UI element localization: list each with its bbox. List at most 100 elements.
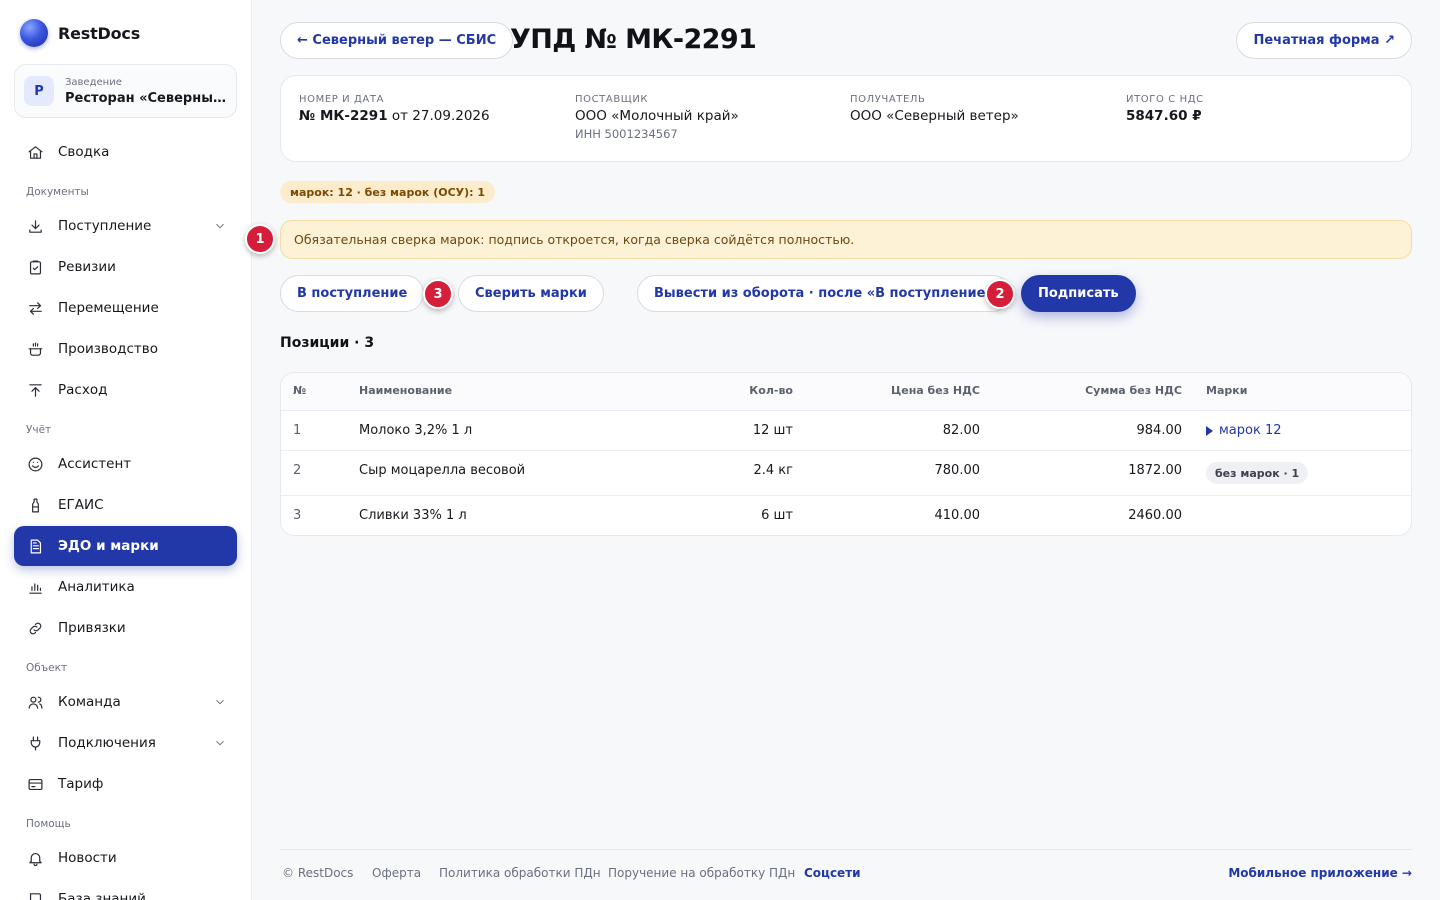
column-header: Марки: [1206, 384, 1248, 397]
sidebar-item-connections[interactable]: Подключения: [14, 723, 237, 763]
sidebar-item-tariff[interactable]: Тариф: [14, 764, 237, 804]
row-sum: 984.00: [1136, 423, 1183, 438]
sidebar-item-expense[interactable]: Расход: [14, 370, 237, 410]
print-form-button[interactable]: Печатная форма ↗: [1236, 22, 1412, 59]
document-number: № МК-2291: [299, 108, 388, 124]
bell-icon: [26, 849, 44, 867]
download-icon: [26, 217, 44, 235]
row-price: 780.00: [934, 463, 981, 478]
column-header: Кол-во: [749, 384, 793, 397]
triangle-right-icon: [1206, 425, 1213, 436]
arrows-swap-icon: [26, 299, 44, 317]
users-icon: [26, 693, 44, 711]
sidebar-item-news[interactable]: Новости: [14, 838, 237, 878]
table-row: 2 Сыр моцарелла весовой 2.4 кг 780.00 18…: [281, 451, 1411, 496]
supplier-inn: ИНН 5001234567: [575, 127, 678, 141]
sidebar-item-label: Аналитика: [58, 579, 135, 595]
to-receipt-button[interactable]: В поступление: [280, 275, 425, 312]
nav-section-accounting: Учёт: [26, 424, 52, 436]
row-name: Молоко 3,2% 1 л: [359, 423, 473, 438]
marks-expand-link[interactable]: марок 12: [1206, 423, 1282, 438]
footer-link-processing[interactable]: Поручение на обработку ПДн: [608, 866, 795, 880]
smile-icon: [26, 455, 44, 473]
sidebar-item-team[interactable]: Команда: [14, 682, 237, 722]
sidebar-item-label: ЕГАИС: [58, 497, 104, 513]
back-button[interactable]: ← Северный ветер — СБИС: [280, 22, 514, 59]
venue-switcher[interactable]: Р Заведение Ресторан «Северный ...: [14, 64, 237, 118]
row-price: 410.00: [934, 508, 981, 523]
supplier-name: ООО «Молочный край»: [575, 108, 739, 124]
book-icon: [26, 890, 44, 900]
row-number: 3: [293, 508, 302, 523]
sidebar-item-transfer[interactable]: Перемещение: [14, 288, 237, 328]
venue-label: Заведение: [65, 76, 122, 88]
sidebar-item-label: Расход: [58, 382, 108, 398]
summary-total: Итого с НДС 5847.60 ₽: [1126, 94, 1204, 124]
sidebar-item-bindings[interactable]: Привязки: [14, 608, 237, 648]
chevron-down-icon: [213, 736, 227, 750]
sidebar-item-label: Производство: [58, 341, 158, 357]
row-price: 82.00: [942, 423, 980, 438]
row-name: Сливки 33% 1 л: [359, 508, 467, 523]
table-row: 3 Сливки 33% 1 л 6 шт 410.00 2460.00: [281, 496, 1411, 535]
sidebar-item-label: Ревизии: [58, 259, 116, 275]
summary-supplier-label: Поставщик: [575, 94, 649, 105]
sidebar-item-inventory[interactable]: Ревизии: [14, 247, 237, 287]
footer-link-social[interactable]: Соцсети: [804, 866, 861, 880]
nav-section-help: Помощь: [26, 818, 71, 830]
sidebar-item-edo[interactable]: ЭДО и марки: [14, 526, 237, 566]
sidebar-item-label: Подключения: [58, 735, 156, 751]
nav-section-object: Объект: [26, 662, 68, 674]
footer-link-offer[interactable]: Оферта: [372, 866, 421, 880]
recipient-name: ООО «Северный ветер»: [850, 108, 1019, 124]
row-qty: 6 шт: [761, 508, 793, 523]
positions-title: Позиции · 3: [280, 335, 375, 351]
sidebar-item-label: Новости: [58, 850, 117, 866]
row-qty: 2.4 кг: [753, 463, 794, 478]
sidebar-item-production[interactable]: Производство: [14, 329, 237, 369]
withdraw-button[interactable]: Вывести из оборота · после «В поступлени…: [637, 275, 1011, 312]
marks-count-badge: марок: 12 · без марок (ОСУ): 1: [280, 181, 496, 203]
page-title: УПД № МК-2291: [510, 24, 757, 55]
footer-link-mobile-app[interactable]: Мобильное приложение →: [1228, 866, 1412, 880]
sidebar-item-label: ЭДО и марки: [58, 538, 159, 554]
sidebar-item-receipt[interactable]: Поступление: [14, 206, 237, 246]
footer-link-privacy[interactable]: Политика обработки ПДн: [439, 866, 601, 880]
sidebar-item-label: База знаний: [58, 891, 146, 900]
table-row: 1 Молоко 3,2% 1 л 12 шт 82.00 984.00 мар…: [281, 411, 1411, 451]
sidebar-item-knowledge-base[interactable]: База знаний: [14, 879, 237, 900]
column-header: Цена без НДС: [891, 384, 980, 397]
sidebar-item-analytics[interactable]: Аналитика: [14, 567, 237, 607]
document-summary-card: Номер и дата № МК-2291 от 27.09.2026 Пос…: [280, 75, 1412, 162]
row-name: Сыр моцарелла весовой: [359, 463, 526, 478]
footer: © RestDocs Оферта Политика обработки ПДн…: [280, 849, 1412, 897]
row-qty: 12 шт: [752, 423, 793, 438]
clipboard-check-icon: [26, 258, 44, 276]
row-number: 1: [293, 423, 302, 438]
main-content: ← Северный ветер — СБИС УПД № МК-2291 Пе…: [245, 0, 1440, 900]
brand-logo-icon: [20, 19, 48, 47]
marks-check-alert: Обязательная сверка марок: подпись откро…: [280, 220, 1412, 259]
step-badge-1: 1: [245, 224, 275, 254]
marks-link-label: марок 12: [1219, 423, 1282, 438]
sidebar-item-label: Сводка: [58, 144, 110, 160]
summary-number-label: Номер и дата: [299, 94, 385, 105]
venue-avatar: Р: [24, 76, 54, 106]
summary-number: Номер и дата № МК-2291 от 27.09.2026: [299, 94, 490, 124]
home-icon: [26, 143, 44, 161]
sign-button[interactable]: Подписать: [1021, 275, 1136, 312]
sidebar-item-label: Ассистент: [58, 456, 132, 472]
sidebar-item-egais[interactable]: ЕГАИС: [14, 485, 237, 525]
sidebar-item-label: Команда: [58, 694, 121, 710]
positions-table: № Наименование Кол-во Цена без НДС Сумма…: [280, 372, 1412, 536]
summary-recipient-label: Получатель: [850, 94, 926, 105]
no-marks-chip: без марок · 1: [1206, 462, 1309, 484]
brand[interactable]: RestDocs: [20, 19, 140, 47]
check-marks-button[interactable]: Сверить марки: [458, 275, 604, 312]
summary-supplier: Поставщик ООО «Молочный край» ИНН 500123…: [575, 94, 739, 141]
sidebar-item-summary[interactable]: Сводка: [14, 132, 237, 172]
footer-copyright: © RestDocs: [282, 866, 354, 880]
sidebar-item-assistant[interactable]: Ассистент: [14, 444, 237, 484]
sidebar: RestDocs Р Заведение Ресторан «Северный …: [0, 0, 252, 900]
table-header: № Наименование Кол-во Цена без НДС Сумма…: [281, 373, 1411, 411]
